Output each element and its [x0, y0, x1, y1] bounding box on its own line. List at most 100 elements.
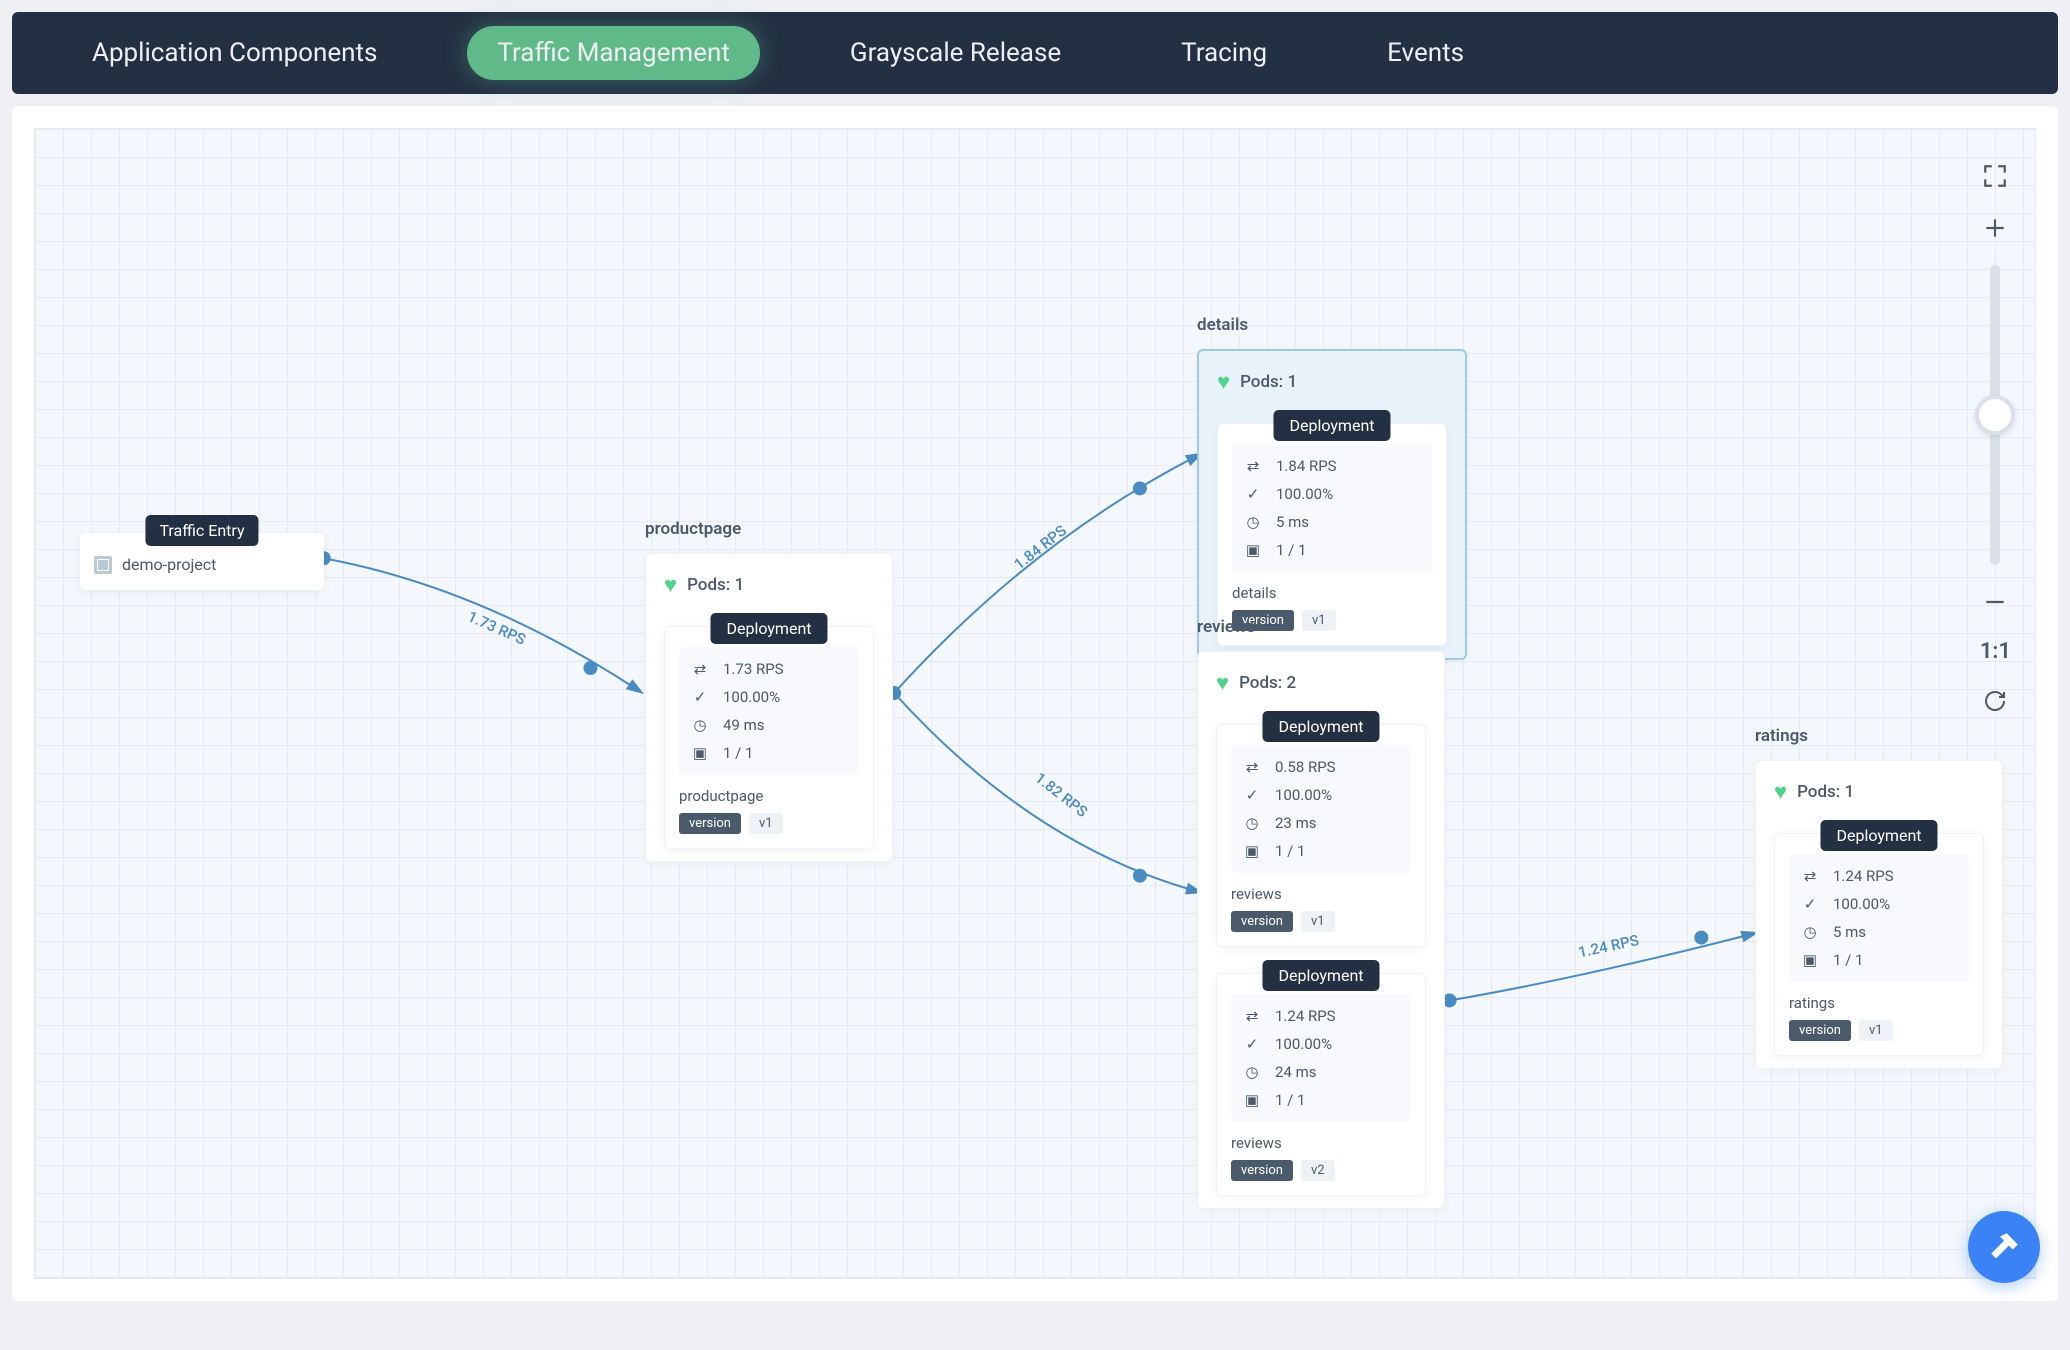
pod-icon: ▣: [1243, 842, 1261, 860]
service-productpage[interactable]: productpage ♥ Pods: 1 Deployment ⇄1.73 R…: [645, 519, 893, 862]
pods-count: Pods: 1: [1240, 372, 1297, 392]
service-reviews[interactable]: reviews ♥ Pods: 2 Deployment ⇄ 0.58 RPS ✓…: [1197, 617, 1445, 1209]
tab-application-components[interactable]: Application Components: [62, 26, 407, 80]
pods-count: Pods: 1: [687, 575, 744, 595]
metric-latency: 5 ms: [1833, 923, 1866, 941]
deployment-badge: Deployment: [1262, 960, 1379, 991]
pods-count: Pods: 1: [1797, 782, 1854, 802]
deployment-card[interactable]: Deployment ⇄1.73 RPS ✓100.00% ◷49 ms ▣1 …: [664, 626, 874, 849]
check-icon: ✓: [1244, 485, 1262, 503]
heart-icon: ♥: [1774, 779, 1787, 805]
deployment-card[interactable]: Deployment ⇄0.58 RPS ✓100.00% ◷23 ms ▣1 …: [1216, 724, 1426, 947]
version-value: v2: [1301, 1160, 1335, 1181]
arrows-icon: ⇄: [1243, 1007, 1261, 1025]
metric-replicas: 1 / 1: [1275, 1091, 1306, 1109]
tab-traffic-management[interactable]: Traffic Management: [467, 26, 759, 80]
version-key: version: [1231, 1160, 1293, 1181]
pod-icon: ▣: [1244, 541, 1262, 559]
zoom-ratio-label[interactable]: 1:1: [1980, 639, 2011, 664]
deployment-card[interactable]: Deployment ⇄1.84 RPS ✓100.00% ◷5 ms ▣1 /…: [1217, 423, 1447, 646]
canvas-wrap: 1.73 RPS 1.84 RPS 1.82 RPS 1.24 RPS Traf…: [12, 106, 2058, 1301]
metric-replicas: 1 / 1: [723, 744, 754, 762]
clock-icon: ◷: [1801, 923, 1819, 941]
fullscreen-button[interactable]: [1980, 161, 2010, 191]
pod-icon: ▣: [691, 744, 709, 762]
version-value: v1: [1859, 1020, 1893, 1041]
clock-icon: ◷: [1243, 1063, 1261, 1081]
version-key: version: [679, 813, 741, 834]
tab-grayscale-release[interactable]: Grayscale Release: [820, 26, 1091, 80]
edge-label-productpage-reviews: 1.82 RPS: [1032, 769, 1092, 821]
arrows-icon: ⇄: [1244, 457, 1262, 475]
entry-project-name: demo-project: [122, 555, 216, 574]
service-title: ratings: [1755, 726, 2003, 746]
canvas-toolbox: 1:1: [1980, 161, 2011, 716]
metric-rps: 0.58 RPS: [1275, 758, 1336, 776]
deployment-badge: Deployment: [1262, 711, 1379, 742]
pod-icon: ▣: [1243, 1091, 1261, 1109]
deployment-name: ratings: [1789, 982, 1969, 1020]
check-icon: ✓: [1243, 1035, 1261, 1053]
metric-rps: 1.24 RPS: [1275, 1007, 1336, 1025]
heart-icon: ♥: [1216, 670, 1229, 696]
metric-success: 100.00%: [723, 688, 780, 706]
deployment-name: productpage: [679, 775, 859, 813]
metric-success: 100.00%: [1275, 1035, 1332, 1053]
service-ratings[interactable]: ratings ♥ Pods: 1 Deployment ⇄1.24 RPS ✓…: [1755, 726, 2003, 1069]
deployment-card[interactable]: Deployment ⇄1.24 RPS ✓100.00% ◷5 ms ▣1 /…: [1774, 833, 1984, 1056]
tools-fab[interactable]: [1968, 1211, 2040, 1283]
metric-rps: 1.84 RPS: [1276, 457, 1337, 475]
metric-success: 100.00%: [1833, 895, 1890, 913]
deployment-card[interactable]: Deployment ⇄1.24 RPS ✓100.00% ◷24 ms ▣1 …: [1216, 973, 1426, 1196]
traffic-entry-badge: Traffic Entry: [145, 515, 258, 546]
edge-label-productpage-details: 1.84 RPS: [1010, 521, 1070, 573]
version-value: v1: [1301, 911, 1335, 932]
tab-events[interactable]: Events: [1357, 26, 1494, 80]
project-icon: [94, 556, 112, 574]
traffic-entry-node[interactable]: Traffic Entry demo-project: [80, 533, 324, 590]
clock-icon: ◷: [1244, 513, 1262, 531]
metric-latency: 24 ms: [1275, 1063, 1316, 1081]
version-key: version: [1231, 911, 1293, 932]
pods-count: Pods: 2: [1239, 673, 1296, 693]
metric-latency: 23 ms: [1275, 814, 1316, 832]
zoom-handle[interactable]: [1975, 395, 2015, 435]
version-value: v1: [749, 813, 783, 834]
tab-tracing[interactable]: Tracing: [1151, 26, 1297, 80]
nav-tabs: Application Components Traffic Managemen…: [12, 12, 2058, 94]
metric-replicas: 1 / 1: [1276, 541, 1307, 559]
arrows-icon: ⇄: [691, 660, 709, 678]
metric-replicas: 1 / 1: [1833, 951, 1864, 969]
heart-icon: ♥: [664, 572, 677, 598]
metric-rps: 1.24 RPS: [1833, 867, 1894, 885]
arrows-icon: ⇄: [1243, 758, 1261, 776]
heart-icon: ♥: [1217, 369, 1230, 395]
check-icon: ✓: [691, 688, 709, 706]
metric-success: 100.00%: [1276, 485, 1333, 503]
zoom-slider[interactable]: [1990, 265, 2000, 565]
service-title: productpage: [645, 519, 893, 539]
pod-icon: ▣: [1801, 951, 1819, 969]
service-title: details: [1197, 315, 1467, 335]
service-title: reviews: [1197, 617, 1445, 637]
clock-icon: ◷: [1243, 814, 1261, 832]
deployment-badge: Deployment: [1273, 410, 1390, 441]
check-icon: ✓: [1243, 786, 1261, 804]
version-key: version: [1789, 1020, 1851, 1041]
metric-success: 100.00%: [1275, 786, 1332, 804]
clock-icon: ◷: [691, 716, 709, 734]
deployment-badge: Deployment: [1820, 820, 1937, 851]
metric-latency: 5 ms: [1276, 513, 1309, 531]
service-details[interactable]: details ♥ Pods: 1 Deployment ⇄ 1.84 RPS ✓…: [1197, 315, 1467, 660]
zoom-out-button[interactable]: [1980, 587, 2010, 617]
traffic-graph-canvas[interactable]: 1.73 RPS 1.84 RPS 1.82 RPS 1.24 RPS Traf…: [34, 128, 2036, 1279]
arrows-icon: ⇄: [1801, 867, 1819, 885]
zoom-in-button[interactable]: [1980, 213, 2010, 243]
edge-label-entry-productpage: 1.73 RPS: [465, 607, 528, 648]
deployment-name: reviews: [1231, 1122, 1411, 1160]
deployment-badge: Deployment: [710, 613, 827, 644]
hammer-icon: [1987, 1230, 2021, 1264]
deployment-name: reviews: [1231, 873, 1411, 911]
metric-latency: 49 ms: [723, 716, 764, 734]
refresh-button[interactable]: [1980, 686, 2010, 716]
